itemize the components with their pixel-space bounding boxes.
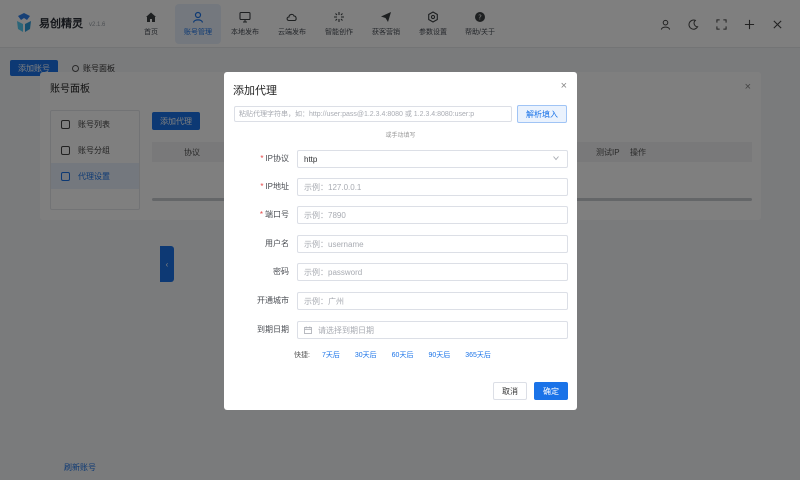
expiry-row: 到期日期 请选择到期日期: [224, 321, 577, 339]
city-row: 开通城市 示例：广州: [224, 292, 577, 310]
calendar-icon: [304, 326, 312, 334]
expiry-date-picker[interactable]: 请选择到期日期: [297, 321, 568, 339]
ip-row: * IP地址 示例：127.0.0.1: [224, 178, 577, 196]
parse-fill-button[interactable]: 解析填入: [517, 105, 567, 123]
ip-input[interactable]: 示例：127.0.0.1: [297, 178, 568, 196]
protocol-row: * IP协议 http: [224, 150, 577, 168]
dialog-title: 添加代理: [233, 85, 277, 97]
protocol-select[interactable]: http: [297, 150, 568, 168]
quick-label: 快捷:: [294, 352, 310, 359]
city-label: 开通城市: [257, 296, 289, 305]
chevron-down-icon: [553, 156, 559, 161]
password-label: 密码: [273, 267, 289, 276]
city-input[interactable]: 示例：广州: [297, 292, 568, 310]
password-row: 密码 示例：password: [224, 263, 577, 281]
username-label: 用户名: [265, 239, 289, 248]
quick-expiry-options: 快捷: 7天后 30天后 60天后 90天后 365天后: [294, 350, 506, 360]
quick-option-30-days[interactable]: 30天后: [355, 350, 377, 360]
port-row: * 端口号 示例：7890: [224, 206, 577, 224]
close-icon[interactable]: ×: [561, 80, 567, 92]
protocol-label: * IP协议: [260, 154, 289, 163]
quick-option-90-days[interactable]: 90天后: [428, 350, 450, 360]
username-row: 用户名 示例：username: [224, 235, 577, 253]
quick-option-7-days[interactable]: 7天后: [322, 350, 340, 360]
manual-fill-hint: 或手动填写: [385, 133, 416, 139]
username-input[interactable]: 示例：username: [297, 235, 568, 253]
confirm-button[interactable]: 确定: [534, 382, 568, 400]
proxy-string-input[interactable]: 粘贴代理字符串，如：http://user:pass@1.2.3.4:8080 …: [234, 106, 512, 122]
password-input[interactable]: 示例：password: [297, 263, 568, 281]
port-label: * 端口号: [259, 210, 289, 219]
quick-option-365-days[interactable]: 365天后: [465, 350, 491, 360]
port-input[interactable]: 示例：7890: [297, 206, 568, 224]
expiry-label: 到期日期: [257, 325, 289, 334]
ip-label: * IP地址: [260, 182, 289, 191]
cancel-button[interactable]: 取消: [493, 382, 527, 400]
add-proxy-dialog: 添加代理 × 粘贴代理字符串，如：http://user:pass@1.2.3.…: [224, 72, 577, 410]
quick-option-60-days[interactable]: 60天后: [392, 350, 414, 360]
